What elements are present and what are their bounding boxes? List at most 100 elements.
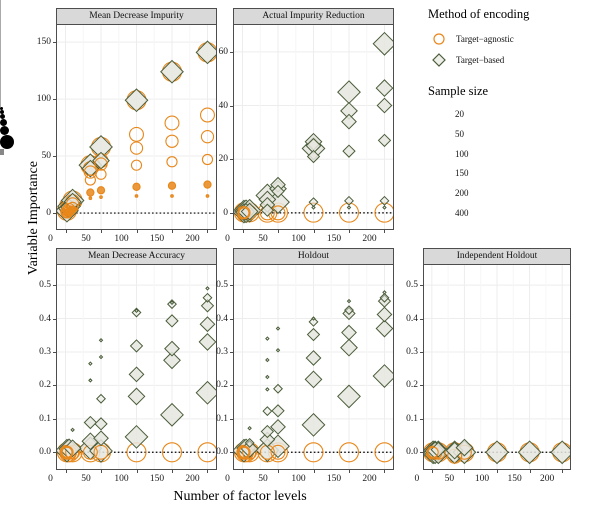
y-tick-label: 0.0: [216, 447, 228, 458]
data-point: [376, 306, 393, 323]
data-point: [517, 440, 542, 465]
y-tick-label: 0.3: [39, 346, 51, 357]
data-point: [134, 194, 139, 198]
data-point: [124, 424, 149, 449]
y-tick-label: 0.1: [406, 413, 418, 424]
data-point: [61, 446, 73, 458]
legend-size-dot: [0, 119, 8, 127]
x-tick-label: 100: [474, 474, 490, 484]
x-tick-label: 200: [540, 474, 555, 484]
plot-area: [233, 25, 394, 230]
x-tick-label: 150: [326, 234, 342, 244]
legend-size-label: 50: [455, 128, 464, 139]
data-point: [275, 348, 281, 353]
x-tick-mark: [101, 470, 102, 473]
y-tick-mark: [420, 452, 423, 454]
x-tick-label: 200: [362, 234, 377, 244]
circle-icon: [433, 33, 445, 45]
x-tick-mark: [348, 230, 350, 233]
data-point: [372, 364, 393, 388]
y-tick-label: 0.4: [406, 313, 418, 324]
legend-key-circle[interactable]: [429, 31, 449, 47]
x-tick-mark: [136, 230, 138, 233]
data-point: [205, 194, 210, 198]
data-point: [127, 387, 146, 406]
data-point: [301, 412, 326, 437]
figure-root: Variable Importance Number of factor lev…: [0, 0, 600, 515]
x-axis-title: Number of factor levels: [173, 489, 307, 504]
data-point: [95, 168, 107, 180]
data-point: [375, 319, 393, 338]
data-point: [265, 387, 270, 392]
data-point: [376, 97, 393, 114]
x-tick-mark: [431, 470, 433, 473]
data-point: [262, 406, 273, 417]
legend-size-axis: [0, 0, 1, 107]
x-tick-mark: [464, 470, 466, 473]
data-point: [169, 300, 175, 306]
x-tick-mark: [136, 470, 138, 473]
y-tick-label: 0.2: [39, 380, 51, 391]
x-tick-mark: [207, 470, 209, 473]
x-tick-mark: [101, 230, 102, 233]
data-point: [346, 205, 352, 210]
x-tick-mark: [562, 470, 564, 473]
data-point: [165, 134, 179, 148]
x-tick-label: 50: [81, 474, 91, 484]
x-tick-mark: [278, 230, 279, 233]
data-point: [96, 393, 106, 404]
legend-key-diamond[interactable]: [429, 52, 449, 68]
x-tick-label: 0: [225, 474, 230, 484]
x-tick-mark: [242, 230, 244, 233]
x-tick-label: 50: [444, 474, 455, 484]
data-point: [341, 324, 357, 341]
x-tick-mark: [207, 230, 209, 233]
x-tick-label: 100: [291, 474, 306, 484]
x-tick-label: 200: [185, 234, 200, 244]
y-tick-label: 40: [218, 100, 229, 111]
x-tick-mark: [384, 470, 386, 473]
x-tick-mark: [171, 230, 173, 233]
facet-panel: Mean Decrease Accuracy: [56, 248, 217, 470]
data-point: [306, 327, 321, 342]
x-tick-mark: [529, 470, 531, 473]
data-point: [382, 290, 387, 295]
facet-strip-label: Mean Decrease Accuracy: [56, 248, 217, 265]
legend-size-label: 400: [455, 208, 469, 218]
legend-size-dot: [0, 135, 14, 150]
x-tick-mark: [171, 470, 173, 473]
y-tick-mark: [53, 351, 56, 353]
x-tick-mark: [348, 470, 350, 473]
legend-size-label: 20: [455, 109, 464, 119]
x-tick-label: 0: [48, 474, 53, 484]
legend-size-label: 100: [455, 148, 469, 159]
x-tick-label: 100: [291, 234, 306, 244]
data-point: [337, 384, 361, 409]
x-tick-label: 50: [81, 234, 91, 244]
y-tick-mark: [230, 159, 233, 161]
data-point: [67, 210, 71, 214]
data-point: [99, 195, 103, 199]
data-point: [270, 444, 286, 460]
data-point: [341, 113, 357, 130]
facet-panel: Independent Holdout: [423, 248, 571, 470]
x-tick-label: 150: [326, 474, 342, 484]
x-tick-label: 150: [149, 474, 165, 484]
legend-size-label: 200: [455, 188, 469, 199]
plot-area: [233, 265, 394, 470]
facet-strip-label: Independent Holdout: [423, 248, 571, 265]
y-tick-label: 150: [36, 37, 51, 48]
y-tick-label: 0.5: [406, 280, 418, 291]
data-point: [88, 196, 93, 201]
y-tick-label: 50: [41, 151, 52, 162]
data-point: [377, 133, 392, 148]
y-tick-mark: [230, 51, 233, 53]
x-tick-label: 100: [114, 474, 129, 484]
x-tick-mark: [313, 230, 315, 233]
x-tick-label: 100: [114, 234, 129, 244]
y-tick-mark: [53, 99, 56, 101]
y-tick-mark: [230, 385, 233, 387]
data-point: [374, 442, 393, 463]
diamond-icon: [432, 53, 446, 67]
y-tick-mark: [53, 42, 56, 44]
